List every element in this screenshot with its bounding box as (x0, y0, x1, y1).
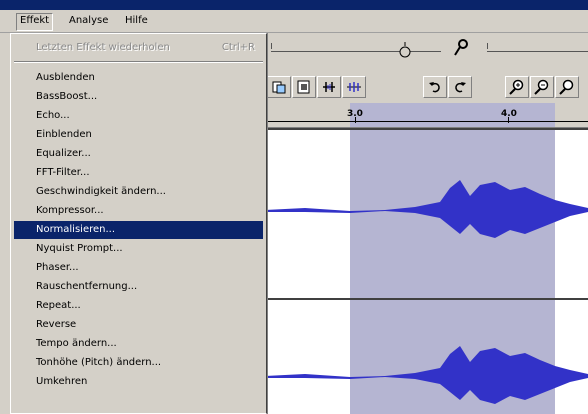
zoom-out-button[interactable] (530, 76, 554, 98)
menu-item-effect[interactable]: Echo... (14, 107, 263, 125)
undo-icon (429, 82, 440, 93)
paste-button[interactable] (292, 76, 316, 98)
menu-item-effect[interactable]: Tempo ändern... (14, 335, 263, 353)
menu-item-effect[interactable]: Einblenden (14, 126, 263, 144)
zoom-in-icon (509, 79, 524, 95)
zoom-fit-button[interactable] (555, 76, 579, 98)
microphone-icon (453, 39, 469, 60)
audio-editor-area: 3.0 4.0 (265, 33, 588, 414)
menu-analyse[interactable]: Analyse (66, 13, 111, 29)
redo-button[interactable] (448, 76, 472, 98)
zoom-out-icon (534, 79, 549, 95)
input-volume-slider[interactable] (487, 51, 588, 52)
menu-item-effect[interactable]: Normalisieren... (14, 221, 263, 239)
ruler-label-4: 4.0 (501, 109, 517, 119)
left-window-edge (0, 33, 10, 412)
menu-item-effect[interactable]: Equalizer... (14, 145, 263, 163)
menu-separator (14, 61, 263, 63)
audio-track-1[interactable] (265, 128, 588, 300)
cut-icon (272, 81, 286, 94)
effekt-menu-dropdown: Letzten Effekt wiederholen Ctrl+R Ausble… (10, 33, 267, 414)
track-1-waveform (265, 180, 588, 238)
output-volume-slider[interactable] (271, 51, 441, 52)
trim-button[interactable] (317, 76, 341, 98)
zoom-in-button[interactable] (505, 76, 529, 98)
menu-item-effect[interactable]: Repeat... (14, 297, 263, 315)
ruler-selection (350, 103, 555, 127)
audio-track-2[interactable] (265, 298, 588, 414)
menu-item-effect[interactable]: Tonhöhe (Pitch) ändern... (14, 354, 263, 372)
menu-item-effect[interactable]: Ausblenden (14, 69, 263, 87)
menu-item-effect[interactable]: Rauschentfernung... (14, 278, 263, 296)
volume-toolbar (265, 33, 588, 70)
track-2-waveform (265, 346, 588, 404)
zoom-fit-icon (559, 79, 574, 95)
paste-icon (297, 80, 310, 94)
undo-button[interactable] (423, 76, 447, 98)
trim-icon (323, 82, 335, 92)
window-title-strip (0, 0, 588, 10)
menu-item-repeat-last-effect: Letzten Effekt wiederholen Ctrl+R (36, 42, 255, 53)
silence-icon (347, 82, 361, 92)
timeline-ruler[interactable]: 3.0 4.0 (265, 103, 588, 128)
redo-icon (455, 82, 466, 93)
menu-item-effect[interactable]: Geschwindigkeit ändern... (14, 183, 263, 201)
menu-item-effect[interactable]: Phaser... (14, 259, 263, 277)
menu-item-effect[interactable]: BassBoost... (14, 88, 263, 106)
menu-bar: Effekt Analyse Hilfe (0, 10, 588, 33)
menu-item-effect[interactable]: Nyquist Prompt... (14, 240, 263, 258)
ruler-label-3: 3.0 (347, 109, 363, 119)
menu-item-effect[interactable]: Reverse (14, 316, 263, 334)
menu-item-effect[interactable]: Kompressor... (14, 202, 263, 220)
menu-item-effect[interactable]: FFT-Filter... (14, 164, 263, 182)
menu-item-effect[interactable]: Umkehren (14, 373, 263, 391)
menu-hilfe[interactable]: Hilfe (122, 13, 151, 29)
slider-thumb-icon[interactable] (399, 42, 411, 61)
menu-effekt[interactable]: Effekt (16, 13, 54, 31)
silence-button[interactable] (342, 76, 366, 98)
cut-button[interactable] (267, 76, 291, 98)
edit-toolbar (265, 73, 588, 103)
